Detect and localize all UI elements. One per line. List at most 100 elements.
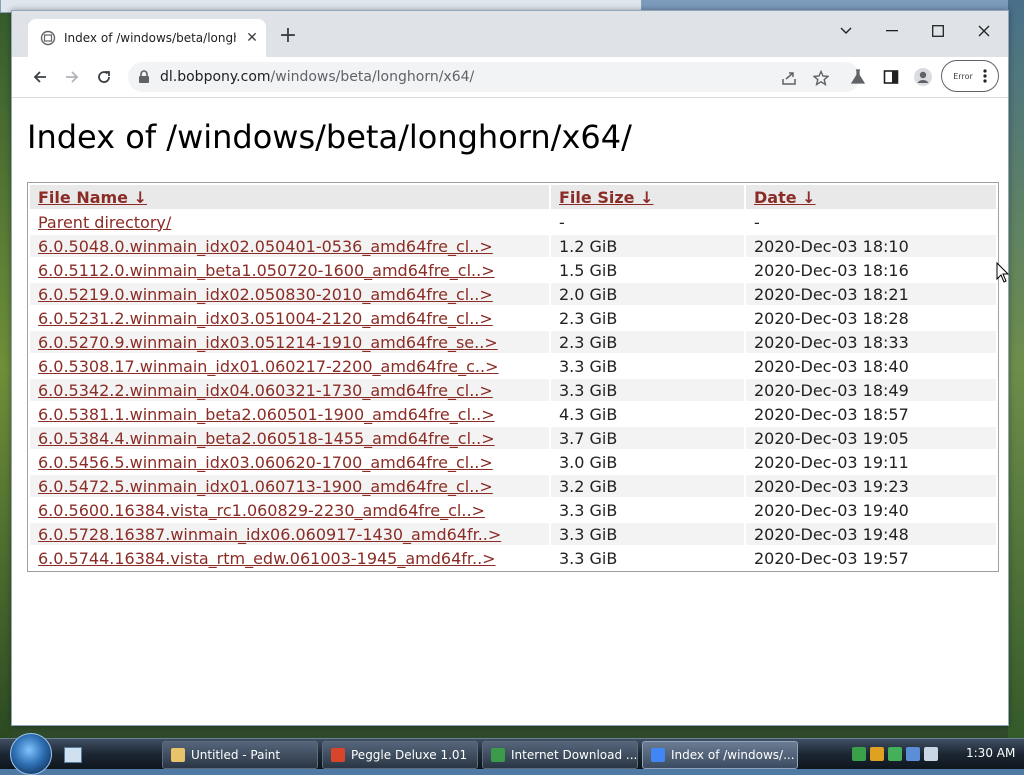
table-row: 6.0.5384.4.winmain_beta2.060518-1455_amd… (30, 427, 996, 449)
page-title: Index of /windows/beta/longhorn/x64/ (27, 118, 632, 156)
address-bar[interactable]: dl.bobpony.com/windows/beta/longhorn/x64… (128, 62, 860, 92)
file-date-cell: 2020-Dec-03 19:23 (746, 475, 996, 497)
star-icon[interactable] (812, 69, 830, 87)
plus-icon[interactable]: + (276, 25, 300, 49)
maximize-icon[interactable] (916, 17, 960, 45)
table-row: 6.0.5456.5.winmain_idx03.060620-1700_amd… (30, 451, 996, 473)
taskbar-button-label: Peggle Deluxe 1.01 (351, 748, 468, 762)
file-link[interactable]: 6.0.5219.0.winmain_idx02.050830-2010_amd… (38, 285, 493, 304)
file-link[interactable]: 6.0.5112.0.winmain_beta1.050720-1600_amd… (38, 261, 495, 280)
file-link[interactable]: 6.0.5472.5.winmain_idx01.060713-1900_amd… (38, 477, 493, 496)
file-size-cell: 1.5 GiB (559, 260, 618, 280)
parent-directory-link[interactable]: Parent directory/ (38, 213, 171, 232)
network-icon[interactable] (852, 747, 866, 761)
share-icon[interactable] (780, 69, 798, 87)
table-row: 6.0.5112.0.winmain_beta1.050720-1600_amd… (30, 259, 996, 281)
file-date-cell: 2020-Dec-03 18:40 (754, 356, 909, 376)
taskbar-button-label: Internet Download ... (511, 748, 638, 762)
tab-strip: Index of /windows/beta/longhorn/x64/ ✕ + (12, 11, 1008, 57)
clock[interactable]: 1:30 AM (966, 746, 1015, 760)
labs-flask-icon[interactable] (848, 67, 868, 87)
file-size-cell: 3.3 GiB (551, 523, 744, 545)
download-manager-tray-icon[interactable] (888, 747, 902, 761)
taskbar: Untitled - Paint Peggle Deluxe 1.01 Intern… (0, 733, 1024, 775)
taskbar-button[interactable]: Index of /windows/... (642, 741, 798, 769)
file-size-cell: 3.2 GiB (551, 475, 744, 497)
lock-icon[interactable] (138, 70, 150, 84)
file-link[interactable]: 6.0.5048.0.winmain_idx02.050401-0536_amd… (38, 237, 493, 256)
profile-avatar-icon[interactable] (913, 67, 933, 87)
close-icon[interactable] (962, 17, 1006, 45)
file-link[interactable]: 6.0.5381.1.winmain_beta2.060501-1900_amd… (38, 405, 495, 424)
file-date-cell: 2020-Dec-03 19:11 (754, 452, 909, 472)
chevron-down-icon[interactable] (824, 17, 868, 45)
file-size-cell: 3.3 GiB (559, 548, 618, 568)
file-size-cell: - (559, 212, 565, 232)
page-content: Index of /windows/beta/longhorn/x64/ Fil… (12, 98, 1008, 725)
desktop-wallpaper-right (1008, 0, 1024, 738)
taskbar-button[interactable]: Peggle Deluxe 1.01 (322, 741, 478, 769)
profile-error-button[interactable]: Error (941, 60, 999, 92)
app-icon (171, 748, 185, 762)
file-link[interactable]: 6.0.5384.4.winmain_beta2.060518-1455_amd… (38, 429, 495, 448)
file-size-cell: 2.0 GiB (551, 283, 744, 305)
file-date-cell: 2020-Dec-03 19:48 (746, 523, 996, 545)
table-row: 6.0.5219.0.winmain_idx02.050830-2010_amd… (30, 283, 996, 305)
tab-active[interactable]: Index of /windows/beta/longhorn/x64/ ✕ (28, 19, 266, 57)
file-size-cell: 2.3 GiB (559, 308, 618, 328)
file-name-cell: 6.0.5219.0.winmain_idx02.050830-2010_amd… (30, 283, 549, 305)
file-link[interactable]: 6.0.5456.5.winmain_idx03.060620-1700_amd… (38, 453, 493, 472)
file-link[interactable]: 6.0.5342.2.winmain_idx04.060321-1730_amd… (38, 381, 493, 400)
show-desktop-icon[interactable] (64, 747, 82, 763)
file-link[interactable]: 6.0.5600.16384.vista_rc1.060829-2230_amd… (38, 501, 485, 520)
toolbar: dl.bobpony.com/windows/beta/longhorn/x64… (12, 57, 1008, 98)
taskbar-button[interactable]: Internet Download ... (482, 741, 638, 769)
file-date-cell: 2020-Dec-03 18:16 (754, 260, 909, 280)
table-row: 6.0.5744.16384.vista_rtm_edw.061003-1945… (30, 547, 996, 569)
file-listing: File Name ↓ File Size ↓ Date ↓ Parent di… (27, 182, 999, 572)
table-row: 6.0.5270.9.winmain_idx03.051214-1910_amd… (30, 331, 996, 353)
file-name-cell: 6.0.5231.2.winmain_idx03.051004-2120_amd… (30, 307, 549, 329)
security-shield-icon[interactable] (870, 747, 884, 761)
sort-by-size-link[interactable]: File Size ↓ (559, 188, 653, 207)
file-date-cell: 2020-Dec-03 18:49 (746, 379, 996, 401)
more-vert-icon[interactable] (983, 69, 987, 83)
close-icon[interactable]: ✕ (244, 30, 260, 46)
file-link[interactable]: 6.0.5744.16384.vista_rtm_edw.061003-1945… (38, 549, 496, 568)
file-link[interactable]: 6.0.5270.9.winmain_idx03.051214-1910_amd… (38, 333, 498, 352)
table-row: 6.0.5342.2.winmain_idx04.060321-1730_amd… (30, 379, 996, 401)
profile-pill-label: Error (953, 71, 973, 81)
column-header-date: Date ↓ (746, 185, 996, 209)
file-date-cell: 2020-Dec-03 19:40 (754, 500, 909, 520)
file-link[interactable]: 6.0.5308.17.winmain_idx01.060217-2200_am… (38, 357, 499, 376)
app-icon (651, 748, 665, 762)
file-link[interactable]: 6.0.5231.2.winmain_idx03.051004-2120_amd… (38, 309, 493, 328)
volume-muted-icon[interactable] (924, 747, 938, 761)
back-icon[interactable] (28, 65, 52, 89)
tab-title: Index of /windows/beta/longhorn/x64/ (64, 31, 236, 45)
minimize-icon[interactable] (870, 17, 914, 45)
file-name-cell: 6.0.5600.16384.vista_rc1.060829-2230_amd… (30, 499, 549, 521)
file-date-cell: 2020-Dec-03 18:57 (754, 404, 909, 424)
monitor-icon[interactable] (906, 747, 920, 761)
sort-by-date-link[interactable]: Date ↓ (754, 188, 816, 207)
taskbar-button[interactable]: Untitled - Paint (162, 741, 318, 769)
taskbar-button-label: Untitled - Paint (191, 748, 281, 762)
file-size-cell: 2.3 GiB (551, 331, 744, 353)
browser-window: Index of /windows/beta/longhorn/x64/ ✕ + (11, 10, 1009, 726)
reload-icon[interactable] (92, 65, 116, 89)
file-size-cell: 3.0 GiB (559, 452, 618, 472)
file-name-cell: 6.0.5112.0.winmain_beta1.050720-1600_amd… (30, 259, 549, 281)
file-link[interactable]: 6.0.5728.16387.winmain_idx06.060917-1430… (38, 525, 501, 544)
start-button[interactable] (10, 733, 52, 775)
taskbar-button-label: Index of /windows/... (671, 748, 795, 762)
file-size-cell: 3.3 GiB (551, 379, 744, 401)
side-panel-icon[interactable] (881, 67, 901, 87)
mouse-cursor-icon (996, 262, 1010, 283)
globe-icon (40, 30, 56, 46)
sort-by-name-link[interactable]: File Name ↓ (38, 188, 147, 207)
table-row: 6.0.5048.0.winmain_idx02.050401-0536_amd… (30, 235, 996, 257)
url-text[interactable]: dl.bobpony.com/windows/beta/longhorn/x64… (160, 69, 474, 85)
file-table: File Name ↓ File Size ↓ Date ↓ Parent di… (28, 183, 998, 571)
forward-icon[interactable] (60, 65, 84, 89)
